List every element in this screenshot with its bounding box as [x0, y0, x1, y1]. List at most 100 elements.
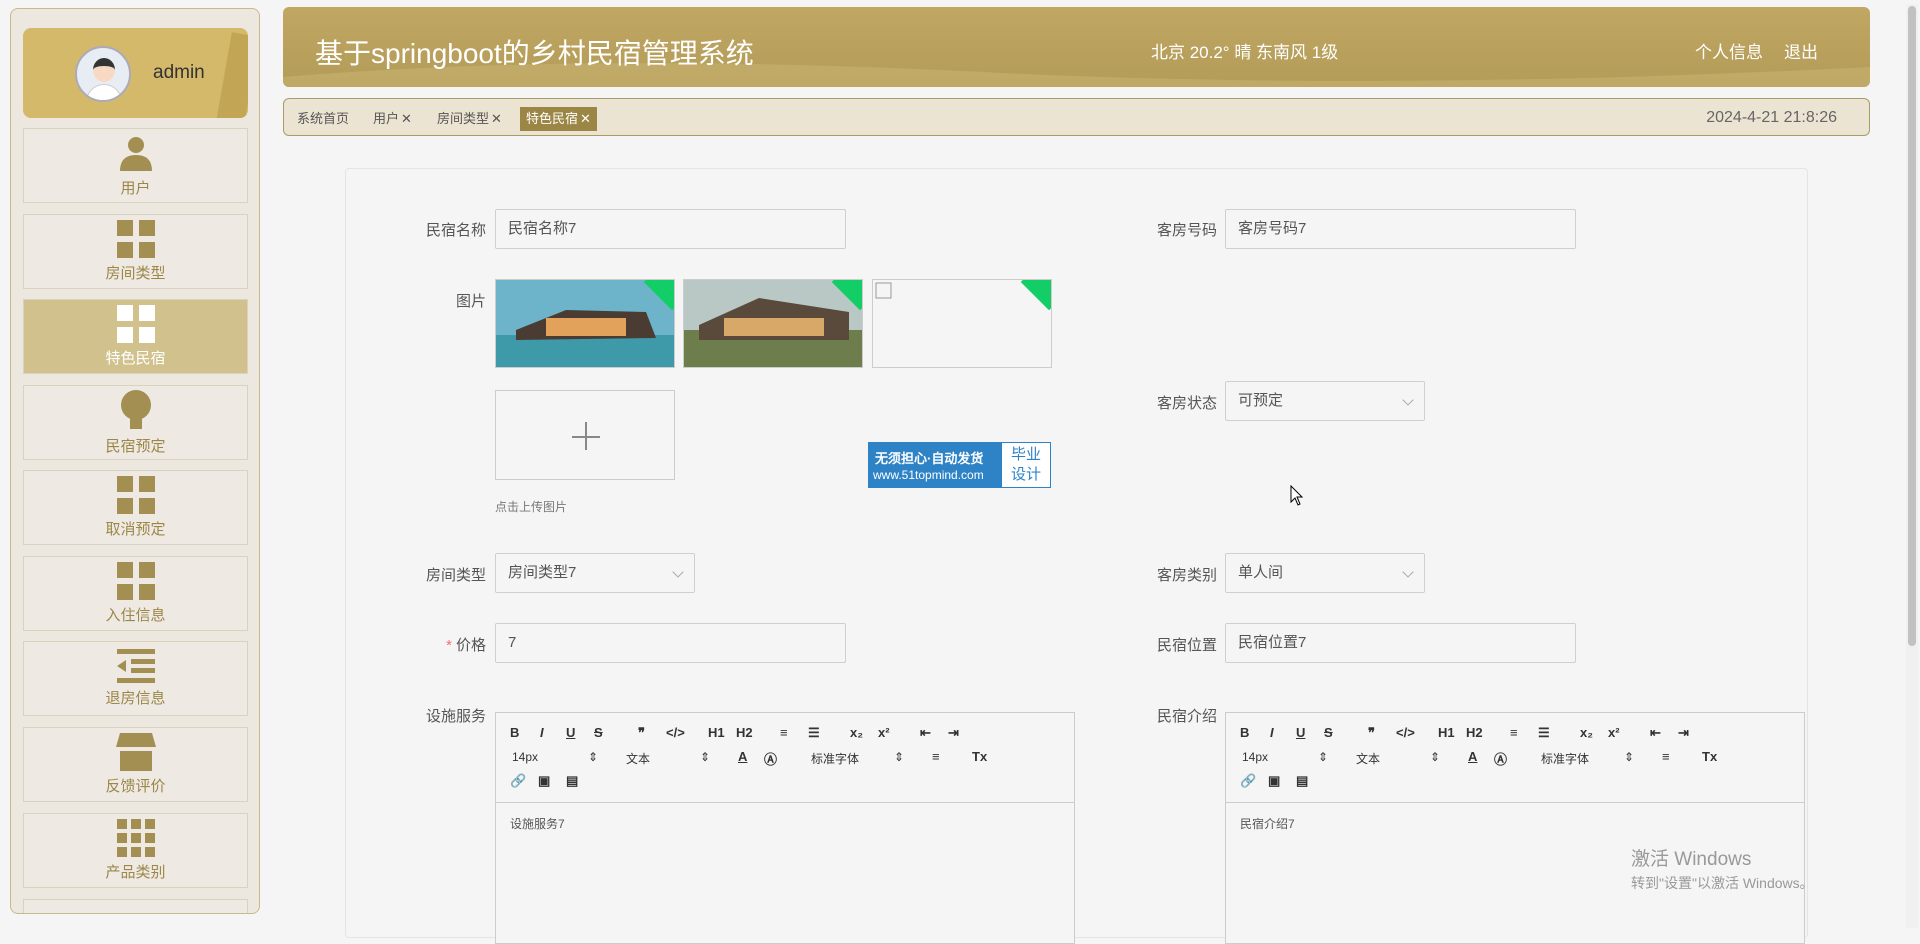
- background-color-icon[interactable]: Ⓐ: [1494, 749, 1507, 768]
- underline-icon[interactable]: U: [1296, 725, 1305, 740]
- name-input[interactable]: 民宿名称7: [495, 209, 846, 249]
- link-icon[interactable]: 🔗: [1240, 773, 1256, 789]
- video-icon[interactable]: ▤: [1296, 773, 1308, 789]
- location-input[interactable]: 民宿位置7: [1225, 623, 1576, 663]
- user-profile[interactable]: admin: [23, 28, 248, 118]
- background-color-icon[interactable]: Ⓐ: [764, 749, 777, 768]
- sidebar-item-booking[interactable]: 民宿预定: [23, 385, 248, 460]
- activation-line2: 转到"设置"以激活 Windows。: [1631, 875, 1814, 891]
- sidebar-item-label: 产品类别: [105, 864, 166, 881]
- font-color-icon[interactable]: A: [1468, 749, 1477, 764]
- intro-editor[interactable]: B I U S ❞ </> H1 H2 ≡ ☰ x₂ x² ⇤ ⇥ 14px ⇕…: [1225, 712, 1805, 944]
- sidebar-item-cancel-booking[interactable]: 取消预定: [23, 470, 248, 545]
- price-label-text: 价格: [455, 637, 486, 654]
- tab-home[interactable]: 系统首页: [291, 107, 355, 131]
- required-mark: *: [446, 637, 452, 654]
- video-icon[interactable]: ▤: [566, 773, 578, 789]
- italic-icon[interactable]: I: [540, 725, 544, 740]
- block-format-select[interactable]: 文本: [626, 750, 650, 767]
- outdent-icon[interactable]: ⇤: [920, 725, 931, 741]
- indent-icon[interactable]: ⇥: [948, 725, 959, 741]
- close-icon[interactable]: ✕: [491, 111, 502, 126]
- font-size-select[interactable]: 14px: [1242, 750, 1268, 764]
- chevron-updown-icon: ⇕: [700, 750, 711, 764]
- h2-icon[interactable]: H2: [736, 725, 753, 740]
- sidebar-item-room-types[interactable]: 房间类型: [23, 214, 248, 289]
- bold-icon[interactable]: B: [510, 725, 519, 740]
- scrollbar-thumb[interactable]: [1908, 6, 1916, 646]
- logout-link[interactable]: 退出: [1784, 38, 1818, 63]
- font-family-select[interactable]: 标准字体: [811, 750, 859, 767]
- uploaded-image-1[interactable]: [495, 279, 675, 368]
- sidebar-item-users[interactable]: 用户: [23, 128, 248, 203]
- uploaded-image-3[interactable]: [872, 279, 1052, 368]
- code-icon[interactable]: </>: [1396, 725, 1415, 740]
- status-select[interactable]: 可预定: [1225, 381, 1425, 421]
- h1-icon[interactable]: H1: [708, 725, 725, 740]
- close-icon[interactable]: ✕: [580, 111, 591, 126]
- sidebar-item-feedback[interactable]: 反馈评价: [23, 727, 248, 802]
- sidebar-item-checkin[interactable]: 入住信息: [23, 556, 248, 631]
- image-icon[interactable]: ▣: [1268, 773, 1280, 789]
- align-icon[interactable]: ≡: [932, 749, 940, 764]
- link-icon[interactable]: 🔗: [510, 773, 526, 789]
- close-icon[interactable]: ✕: [401, 111, 412, 126]
- quote-icon[interactable]: ❞: [638, 725, 645, 741]
- bullet-list-icon[interactable]: ☰: [1538, 725, 1550, 741]
- image-upload-button[interactable]: [495, 390, 675, 480]
- superscript-icon[interactable]: x²: [1608, 725, 1620, 740]
- sidebar-item-checkout[interactable]: 退房信息: [23, 641, 248, 716]
- category-select[interactable]: 单人间: [1225, 553, 1425, 593]
- sidebar-item-more[interactable]: [23, 899, 248, 913]
- underline-icon[interactable]: U: [566, 725, 575, 740]
- tab-room-types[interactable]: 房间类型 ✕: [431, 107, 508, 131]
- ordered-list-icon[interactable]: ≡: [780, 725, 788, 740]
- tab-featured-homestay[interactable]: 特色民宿 ✕: [520, 107, 597, 131]
- superscript-icon[interactable]: x²: [878, 725, 890, 740]
- sidebar-item-product-category[interactable]: 产品类别: [23, 813, 248, 888]
- strike-icon[interactable]: S: [1324, 725, 1333, 740]
- outdent-icon[interactable]: ⇤: [1650, 725, 1661, 741]
- category-label: 客房类别: [1156, 567, 1217, 584]
- page-scrollbar[interactable]: [1906, 4, 1918, 928]
- room-no-input[interactable]: 客房号码7: [1225, 209, 1576, 249]
- font-family-select[interactable]: 标准字体: [1541, 750, 1589, 767]
- shop-icon: [115, 733, 156, 771]
- editor-content[interactable]: 民宿介绍7: [1226, 803, 1804, 844]
- watermark-line1: 无须担心·自动发货: [875, 451, 984, 466]
- clear-format-icon[interactable]: Tx: [1702, 749, 1717, 764]
- indent-icon[interactable]: ⇥: [1678, 725, 1689, 741]
- bullet-list-icon[interactable]: ☰: [808, 725, 820, 741]
- username: admin: [153, 62, 205, 83]
- uploaded-image-2[interactable]: [683, 279, 863, 368]
- chevron-down-icon: [1402, 394, 1414, 406]
- room-type-label: 房间类型: [425, 567, 486, 584]
- font-color-icon[interactable]: A: [738, 749, 747, 764]
- code-icon[interactable]: </>: [666, 725, 685, 740]
- facility-editor[interactable]: B I U S ❞ </> H1 H2 ≡ ☰ x₂ x² ⇤ ⇥ 14px ⇕…: [495, 712, 1075, 944]
- room-type-select[interactable]: 房间类型7: [495, 553, 695, 593]
- font-size-select[interactable]: 14px: [512, 750, 538, 764]
- tab-users[interactable]: 用户 ✕: [367, 107, 418, 131]
- price-input[interactable]: 7: [495, 623, 846, 663]
- align-icon[interactable]: ≡: [1662, 749, 1670, 764]
- clear-format-icon[interactable]: Tx: [972, 749, 987, 764]
- italic-icon[interactable]: I: [1270, 725, 1274, 740]
- editor-content[interactable]: 设施服务7: [496, 803, 1074, 844]
- bold-icon[interactable]: B: [1240, 725, 1249, 740]
- image-icon[interactable]: ▣: [538, 773, 550, 789]
- sidebar-item-featured-homestay[interactable]: 特色民宿: [23, 299, 248, 374]
- watermark-badge: 毕业 设计: [1002, 443, 1050, 487]
- list-indent-icon: [116, 649, 155, 683]
- facility-label: 设施服务: [425, 708, 486, 725]
- subscript-icon[interactable]: x₂: [850, 725, 863, 740]
- block-format-select[interactable]: 文本: [1356, 750, 1380, 767]
- ordered-list-icon[interactable]: ≡: [1510, 725, 1518, 740]
- profile-link[interactable]: 个人信息: [1695, 38, 1763, 63]
- quote-icon[interactable]: ❞: [1368, 725, 1375, 741]
- subscript-icon[interactable]: x₂: [1580, 725, 1593, 740]
- strike-icon[interactable]: S: [594, 725, 603, 740]
- h2-icon[interactable]: H2: [1466, 725, 1483, 740]
- h1-icon[interactable]: H1: [1438, 725, 1455, 740]
- avatar: [75, 46, 131, 102]
